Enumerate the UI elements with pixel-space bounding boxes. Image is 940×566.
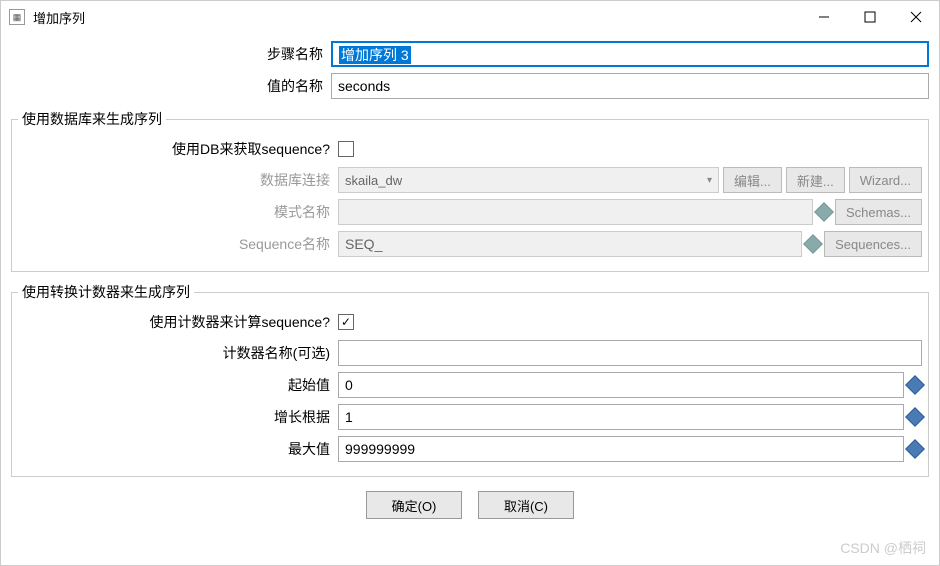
use-db-checkbox[interactable]: [338, 141, 354, 157]
db-group: 使用数据库来生成序列 使用DB来获取sequence? 数据库连接 skaila…: [11, 109, 929, 272]
max-label: 最大值: [18, 439, 338, 459]
chevron-down-icon: ▾: [707, 175, 712, 186]
counter-name-label: 计数器名称(可选): [18, 343, 338, 363]
variable-icon[interactable]: [803, 234, 823, 254]
counter-group-legend: 使用转换计数器来生成序列: [18, 282, 194, 302]
minimize-button[interactable]: [801, 1, 847, 33]
increment-input[interactable]: [338, 404, 904, 430]
schemas-button[interactable]: Schemas...: [835, 199, 922, 225]
wizard-button[interactable]: Wizard...: [849, 167, 922, 193]
start-label: 起始值: [18, 375, 338, 395]
variable-icon[interactable]: [905, 439, 925, 459]
use-db-label: 使用DB来获取sequence?: [18, 139, 338, 159]
counter-group: 使用转换计数器来生成序列 使用计数器来计算sequence? ✓ 计数器名称(可…: [11, 282, 929, 477]
window-title: 增加序列: [33, 8, 801, 27]
app-icon: ▦: [9, 9, 25, 25]
conn-label: 数据库连接: [18, 170, 338, 190]
step-name-label: 步骤名称: [11, 44, 331, 64]
cancel-button[interactable]: 取消(C): [478, 491, 574, 519]
increment-label: 增长根据: [18, 407, 338, 427]
maximize-button[interactable]: [847, 1, 893, 33]
titlebar: ▦ 增加序列: [1, 1, 939, 33]
variable-icon[interactable]: [905, 375, 925, 395]
variable-icon[interactable]: [814, 202, 834, 222]
schema-label: 模式名称: [18, 202, 338, 222]
value-name-label: 值的名称: [11, 76, 331, 96]
seq-name-input[interactable]: [338, 231, 802, 257]
ok-button[interactable]: 确定(O): [366, 491, 462, 519]
use-counter-checkbox[interactable]: ✓: [338, 314, 354, 330]
start-input[interactable]: [338, 372, 904, 398]
close-button[interactable]: [893, 1, 939, 33]
sequences-button[interactable]: Sequences...: [824, 231, 922, 257]
value-name-input[interactable]: [331, 73, 929, 99]
edit-button[interactable]: 编辑...: [723, 167, 782, 193]
seq-name-label: Sequence名称: [18, 234, 338, 254]
variable-icon[interactable]: [905, 407, 925, 427]
watermark: CSDN @栖祠: [840, 538, 926, 558]
schema-input[interactable]: [338, 199, 813, 225]
max-input[interactable]: [338, 436, 904, 462]
db-group-legend: 使用数据库来生成序列: [18, 109, 166, 129]
use-counter-label: 使用计数器来计算sequence?: [18, 312, 338, 332]
new-button[interactable]: 新建...: [786, 167, 845, 193]
step-name-input[interactable]: 增加序列 3: [331, 41, 929, 67]
counter-name-input[interactable]: [338, 340, 922, 366]
conn-combo[interactable]: skaila_dw ▾: [338, 167, 719, 193]
